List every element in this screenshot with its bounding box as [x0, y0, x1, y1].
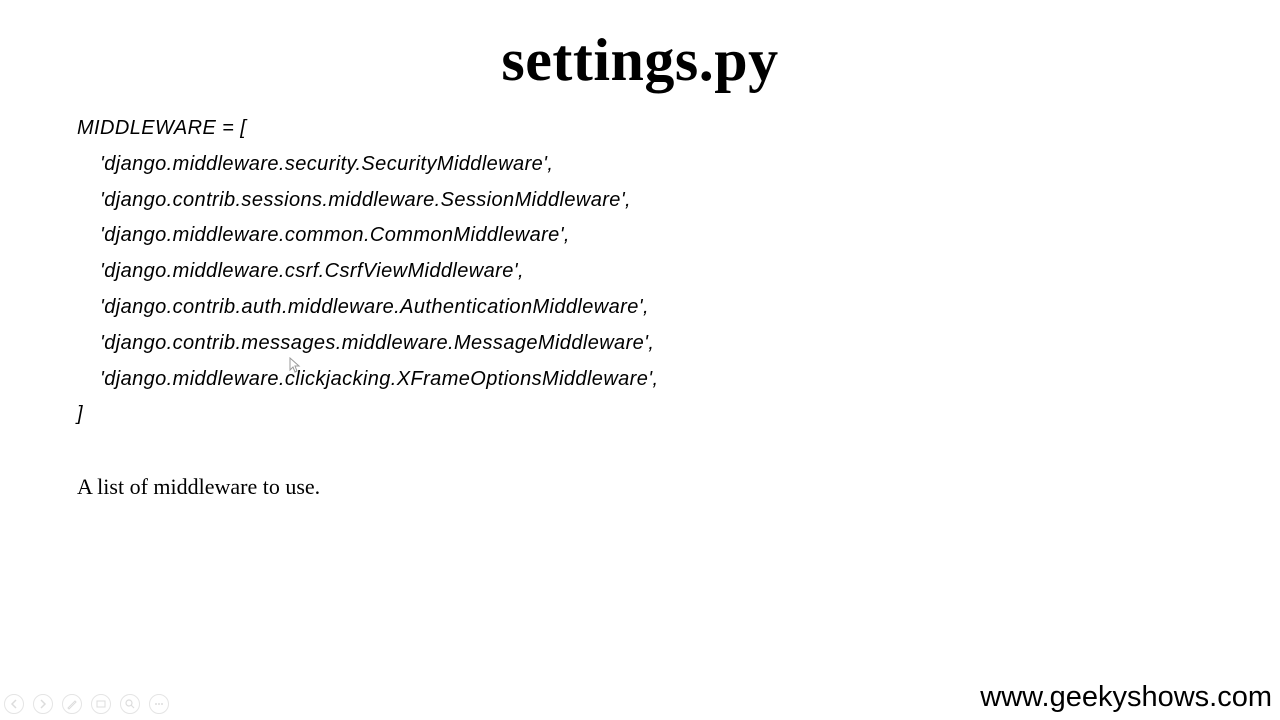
code-line: 'django.contrib.sessions.middleware.Sess… [100, 188, 632, 211]
footer-url: www.geekyshows.com [980, 681, 1272, 713]
code-block: MIDDLEWARE = [ 'django.middleware.securi… [77, 113, 658, 435]
code-line: 'django.middleware.csrf.CsrfViewMiddlewa… [100, 260, 524, 283]
code-open-line: MIDDLEWARE = [ [77, 117, 247, 139]
mouse-cursor-icon [289, 357, 301, 373]
code-close-line: ] [77, 403, 83, 426]
previous-icon[interactable] [4, 694, 24, 714]
more-icon[interactable] [149, 694, 169, 714]
code-line: 'django.middleware.clickjacking.XFrameOp… [100, 367, 659, 390]
zoom-icon[interactable] [120, 694, 140, 714]
next-icon[interactable] [33, 694, 53, 714]
pen-icon[interactable] [62, 694, 82, 714]
code-line: 'django.middleware.security.SecurityMidd… [100, 152, 554, 175]
slide-description: A list of middleware to use. [77, 474, 321, 499]
slides-icon[interactable] [91, 694, 111, 714]
slide-title: settings.py [501, 27, 779, 93]
code-line: 'django.contrib.messages.middleware.Mess… [100, 331, 655, 354]
slideshow-controls [4, 694, 169, 714]
code-line: 'django.middleware.common.CommonMiddlewa… [100, 224, 570, 247]
code-line: 'django.contrib.auth.middleware.Authenti… [100, 295, 649, 318]
